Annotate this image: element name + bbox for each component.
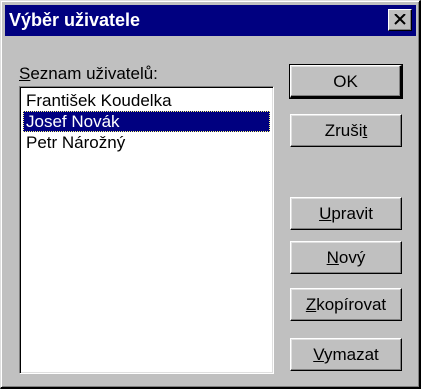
- cancel-button-label-accel: t: [362, 121, 368, 140]
- user-selection-dialog: Výběr uživatele Seznam uživatelů: Franti…: [0, 0, 421, 389]
- delete-button-label-post: ymazat: [323, 345, 379, 364]
- list-item-petr-narozny[interactable]: Petr Nárožný: [23, 132, 270, 153]
- copy-button[interactable]: Zkopírovat: [290, 288, 402, 321]
- copy-button-label-post: kopírovat: [316, 295, 387, 314]
- list-item-josef-novak[interactable]: Josef Novák: [23, 111, 270, 132]
- user-list-label-rest: eznam uživatelů:: [30, 64, 158, 83]
- window-title: Výběr uživatele: [9, 10, 141, 30]
- title-bar[interactable]: Výběr uživatele: [5, 5, 416, 36]
- user-list-label: Seznam uživatelů:: [19, 64, 158, 84]
- cancel-button-label-pre: Zruši: [324, 121, 363, 140]
- cancel-button[interactable]: Zrušit: [290, 114, 402, 147]
- close-button[interactable]: [388, 9, 412, 31]
- edit-button[interactable]: Upravit: [290, 197, 402, 230]
- ok-button-label: OK: [333, 72, 358, 91]
- delete-button-label-accel: V: [313, 345, 324, 364]
- new-button-label-accel: N: [326, 248, 339, 267]
- user-list-label-accel: S: [19, 64, 31, 83]
- new-button[interactable]: Nový: [290, 241, 402, 274]
- edit-button-label-accel: U: [319, 204, 332, 223]
- list-item-frantisek-koudelka[interactable]: František Koudelka: [23, 90, 270, 111]
- copy-button-label-accel: Z: [305, 295, 317, 314]
- delete-button[interactable]: Vymazat: [290, 338, 402, 371]
- ok-button[interactable]: OK: [289, 64, 403, 99]
- new-button-label-post: ový: [338, 248, 366, 267]
- user-list[interactable]: František Koudelka Josef Novák Petr Náro…: [19, 86, 274, 374]
- edit-button-label-post: pravit: [331, 204, 373, 223]
- close-icon: [394, 14, 406, 25]
